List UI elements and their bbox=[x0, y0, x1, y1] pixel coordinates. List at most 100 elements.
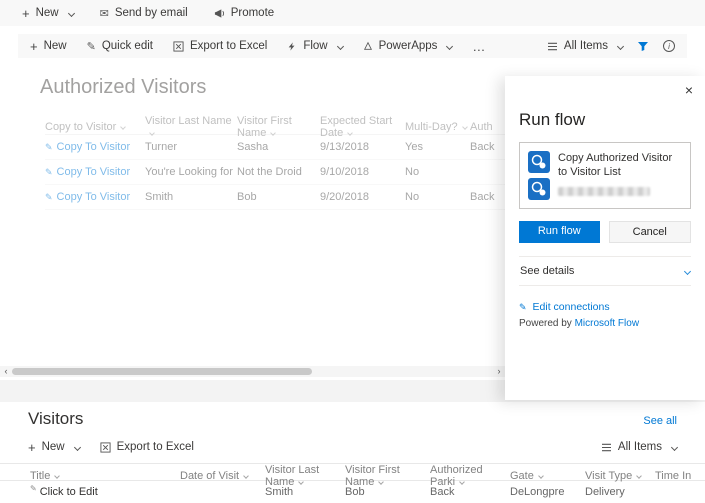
cell-first-name: Bob bbox=[345, 486, 365, 498]
copy-to-visitor-link[interactable]: ✎ Copy To Visitor bbox=[45, 191, 145, 203]
chevron-down-icon bbox=[538, 473, 544, 479]
site-command-bar: + New ✉ Send by email Promote bbox=[0, 0, 705, 26]
pencil-icon: ✎ bbox=[86, 40, 96, 53]
view-list-icon bbox=[547, 42, 558, 51]
view-selector[interactable]: All Items bbox=[547, 40, 625, 52]
chevron-down-icon bbox=[336, 42, 344, 50]
column-header-title[interactable]: Title bbox=[30, 470, 180, 482]
close-icon[interactable]: × bbox=[685, 82, 693, 98]
run-flow-panel: × Run flow Copy Authorized Visitor to Vi… bbox=[505, 76, 705, 400]
add-icon: + bbox=[30, 38, 38, 54]
cell-title-edit-link[interactable]: ✎ Click to Edit bbox=[30, 483, 180, 499]
new-label: New bbox=[35, 7, 59, 19]
chevron-down-icon bbox=[73, 443, 81, 451]
new-button-top[interactable]: + New bbox=[22, 5, 75, 21]
column-header-visitor-first-name[interactable]: Visitor First Name bbox=[237, 115, 320, 139]
column-header-copy-to-visitor[interactable]: Copy to Visitor bbox=[45, 121, 145, 133]
column-header-date-of-visit[interactable]: Date of Visit bbox=[180, 470, 265, 482]
cell-authorized-parking: Back bbox=[430, 486, 455, 498]
more-commands-button[interactable]: … bbox=[472, 39, 486, 54]
quick-edit-button[interactable]: ✎ Quick edit bbox=[87, 40, 153, 53]
send-by-email-button[interactable]: ✉ Send by email bbox=[100, 7, 188, 20]
cell-visit-type: Delivery bbox=[585, 486, 625, 498]
table-row[interactable]: ✎ Copy To Visitor Smith Bob 9/20/2018 No … bbox=[45, 185, 575, 210]
column-header-visitor-last-name[interactable]: Visitor Last Name bbox=[265, 464, 345, 488]
column-header-authorized-parking[interactable]: Authorized Parki bbox=[430, 464, 510, 488]
cell-start-date: 9/13/2018 bbox=[320, 141, 369, 153]
pencil-icon: ✎ bbox=[30, 483, 37, 493]
edit-connections-link[interactable]: ✎ Edit connections bbox=[519, 301, 691, 313]
cancel-button[interactable]: Cancel bbox=[608, 221, 691, 243]
powered-by: Powered by Microsoft Flow bbox=[519, 318, 640, 329]
horizontal-scrollbar[interactable]: ‹ › bbox=[0, 366, 505, 377]
column-header-expected-start-date[interactable]: Expected Start Date bbox=[320, 115, 405, 139]
cell-last-name: Turner bbox=[145, 141, 177, 153]
divider bbox=[519, 285, 691, 286]
visitors-table: Title Date of Visit Visitor Last Name Vi… bbox=[0, 463, 705, 503]
chevron-down-icon bbox=[636, 473, 643, 479]
add-icon: + bbox=[22, 5, 30, 21]
cell-multi-day: No bbox=[405, 191, 420, 203]
excel-export-icon bbox=[100, 441, 111, 453]
chevron-down-icon bbox=[459, 479, 465, 485]
table-row[interactable]: ✎ Copy To Visitor You're Looking for Not … bbox=[45, 160, 575, 185]
cell-first-name: Sasha bbox=[237, 141, 269, 153]
powerapps-icon bbox=[363, 41, 373, 51]
envelope-icon: ✉ bbox=[99, 7, 109, 20]
info-icon[interactable]: i bbox=[663, 40, 675, 52]
scrollbar-thumb[interactable] bbox=[12, 368, 312, 375]
column-header-visit-type[interactable]: Visit Type bbox=[585, 470, 655, 482]
scroll-left-icon[interactable]: ‹ bbox=[0, 366, 12, 377]
cell-first-name: Bob bbox=[237, 191, 257, 203]
powerapps-menu-button[interactable]: PowerApps bbox=[363, 40, 454, 52]
chevron-down-icon bbox=[298, 479, 305, 485]
sharepoint-icon bbox=[528, 178, 550, 200]
cell-start-date: 9/20/2018 bbox=[320, 191, 369, 203]
column-header-visitor-first-name[interactable]: Visitor First Name bbox=[345, 464, 430, 488]
cell-start-date: 9/10/2018 bbox=[320, 166, 369, 178]
chevron-down-icon bbox=[670, 443, 679, 451]
export-to-excel-button-visitors[interactable]: Export to Excel bbox=[100, 441, 194, 453]
column-header-gate[interactable]: Gate bbox=[510, 470, 585, 482]
chevron-down-icon bbox=[270, 130, 277, 136]
scroll-right-icon[interactable]: › bbox=[493, 366, 505, 377]
run-flow-button[interactable]: Run flow bbox=[519, 221, 600, 243]
chevron-down-icon bbox=[616, 42, 625, 50]
flow-menu-button[interactable]: Flow bbox=[287, 40, 344, 52]
new-button-visitors[interactable]: + New bbox=[28, 441, 81, 454]
chevron-down-icon bbox=[378, 479, 385, 485]
column-header-multi-day[interactable]: Multi-Day? bbox=[405, 121, 470, 133]
microsoft-flow-link[interactable]: Microsoft Flow bbox=[575, 318, 639, 329]
panel-title: Run flow bbox=[519, 110, 586, 129]
list-command-bar: + New ✎ Quick edit Export to Excel Flow … bbox=[18, 34, 687, 58]
cell-last-name: Smith bbox=[145, 191, 174, 203]
pencil-icon: ✎ bbox=[45, 141, 53, 152]
pencil-icon: ✎ bbox=[45, 191, 53, 202]
chevron-down-icon bbox=[120, 124, 127, 130]
copy-to-visitor-link[interactable]: ✎ Copy To Visitor bbox=[45, 141, 145, 153]
filter-icon[interactable] bbox=[637, 40, 649, 52]
cell-last-name: Smith bbox=[265, 486, 294, 498]
column-header-visitor-last-name[interactable]: Visitor Last Name bbox=[145, 115, 237, 139]
chevron-down-icon bbox=[54, 473, 61, 479]
chevron-down-icon bbox=[461, 124, 468, 130]
copy-to-visitor-link[interactable]: ✎ Copy To Visitor bbox=[45, 166, 145, 178]
chevron-down-icon bbox=[446, 42, 454, 50]
authorized-visitors-section: Authorized Visitors Copy to Visitor Visi… bbox=[0, 76, 705, 400]
chevron-down-icon bbox=[347, 130, 354, 136]
flow-icon bbox=[287, 41, 297, 52]
promote-button[interactable]: Promote bbox=[214, 7, 274, 19]
chevron-down-icon bbox=[67, 9, 75, 17]
cell-last-name: You're Looking for bbox=[145, 166, 233, 178]
view-list-icon bbox=[601, 443, 612, 452]
export-to-excel-button[interactable]: Export to Excel bbox=[173, 40, 267, 52]
see-all-link[interactable]: See all bbox=[643, 415, 677, 427]
view-selector-visitors[interactable]: All Items bbox=[601, 441, 679, 453]
see-details-toggle[interactable]: See details bbox=[519, 257, 692, 285]
pencil-icon: ✎ bbox=[519, 301, 527, 312]
column-header-time-in[interactable]: Time In bbox=[655, 470, 705, 482]
chevron-down-icon bbox=[243, 473, 249, 479]
cell-gate: DeLongpre bbox=[510, 486, 565, 498]
excel-export-icon bbox=[173, 40, 184, 52]
new-button[interactable]: + New bbox=[30, 40, 67, 53]
